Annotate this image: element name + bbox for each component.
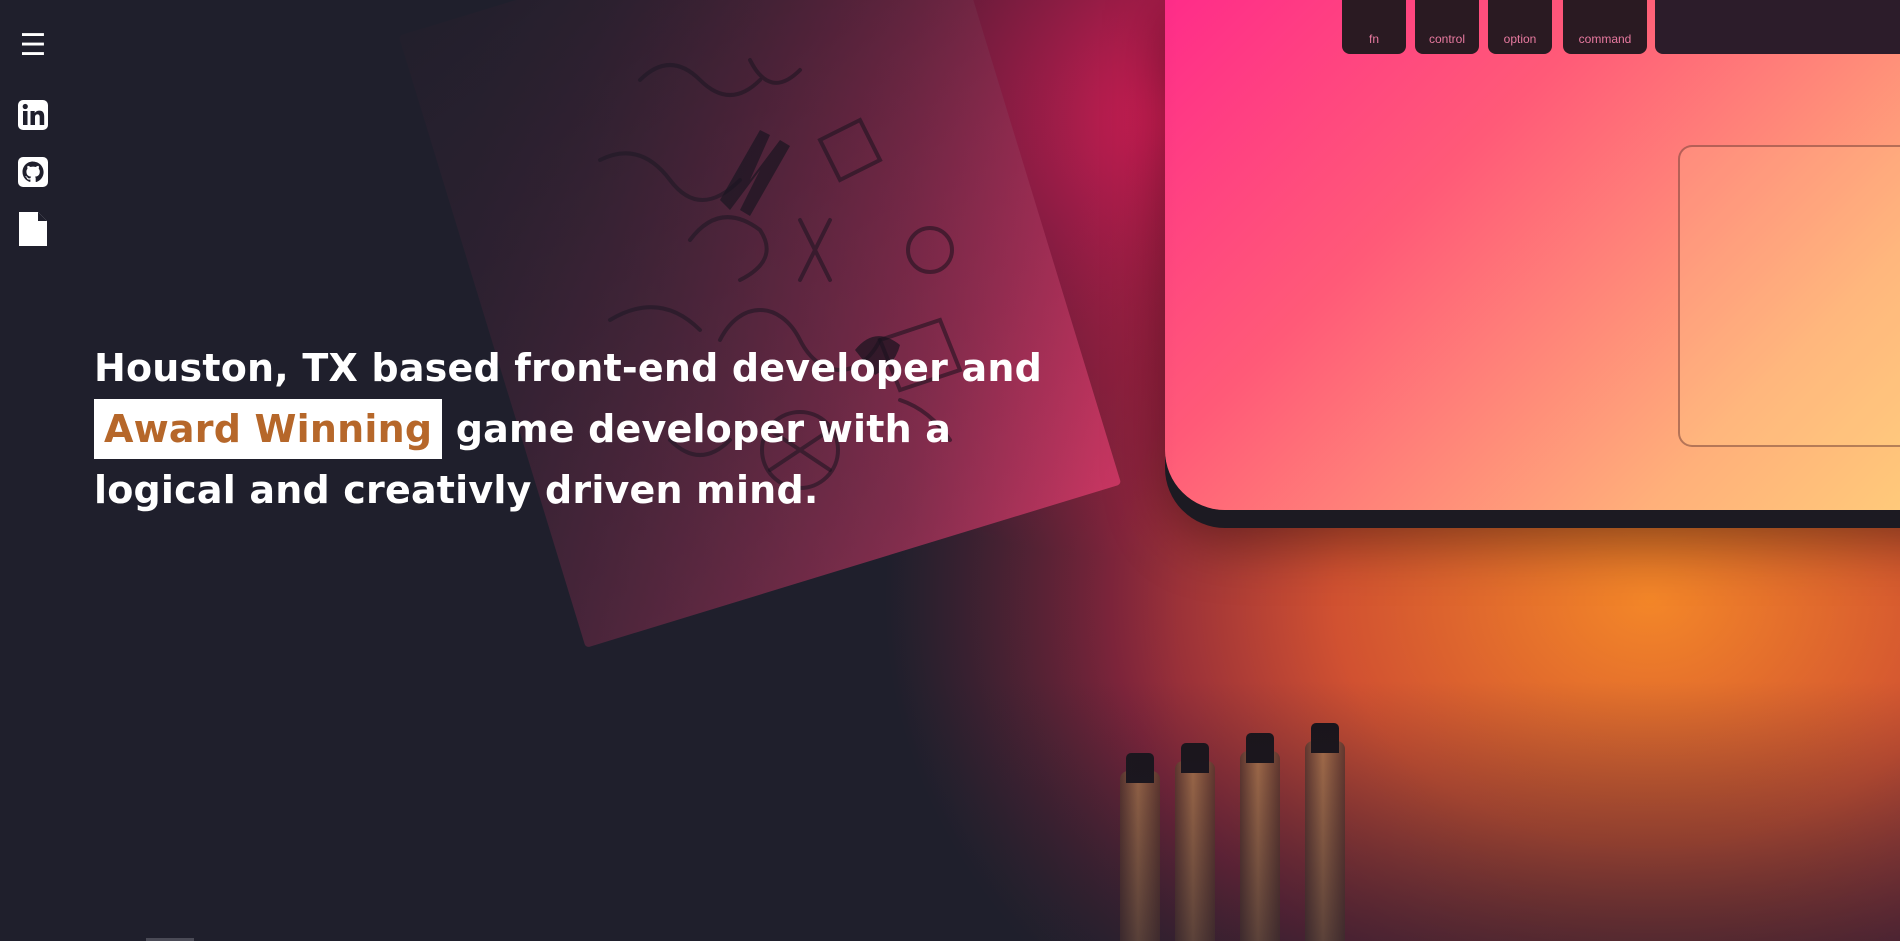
linkedin-icon [18, 100, 48, 130]
sidebar: ☰ [0, 0, 66, 280]
hamburger-menu-icon[interactable]: ☰ [17, 30, 49, 62]
hero-line-1: Houston, TX based front-end developer an… [94, 346, 1042, 390]
hero-page: fn control option command ☰ [0, 0, 1900, 941]
hero-headline: Houston, TX based front-end developer an… [94, 338, 1042, 521]
hero-line-3: logical and creativly driven mind. [94, 468, 819, 512]
document-icon [19, 212, 47, 246]
award-winning-highlight: Award Winning [94, 399, 443, 459]
bottom-shade [0, 681, 1900, 941]
github-link[interactable] [16, 155, 50, 189]
github-icon [18, 157, 48, 187]
resume-link[interactable] [16, 212, 50, 246]
hero-line-2: Award Winning game developer with a [94, 399, 1034, 460]
hero-line-2-text: game developer with a [442, 407, 952, 451]
linkedin-link[interactable] [16, 98, 50, 132]
